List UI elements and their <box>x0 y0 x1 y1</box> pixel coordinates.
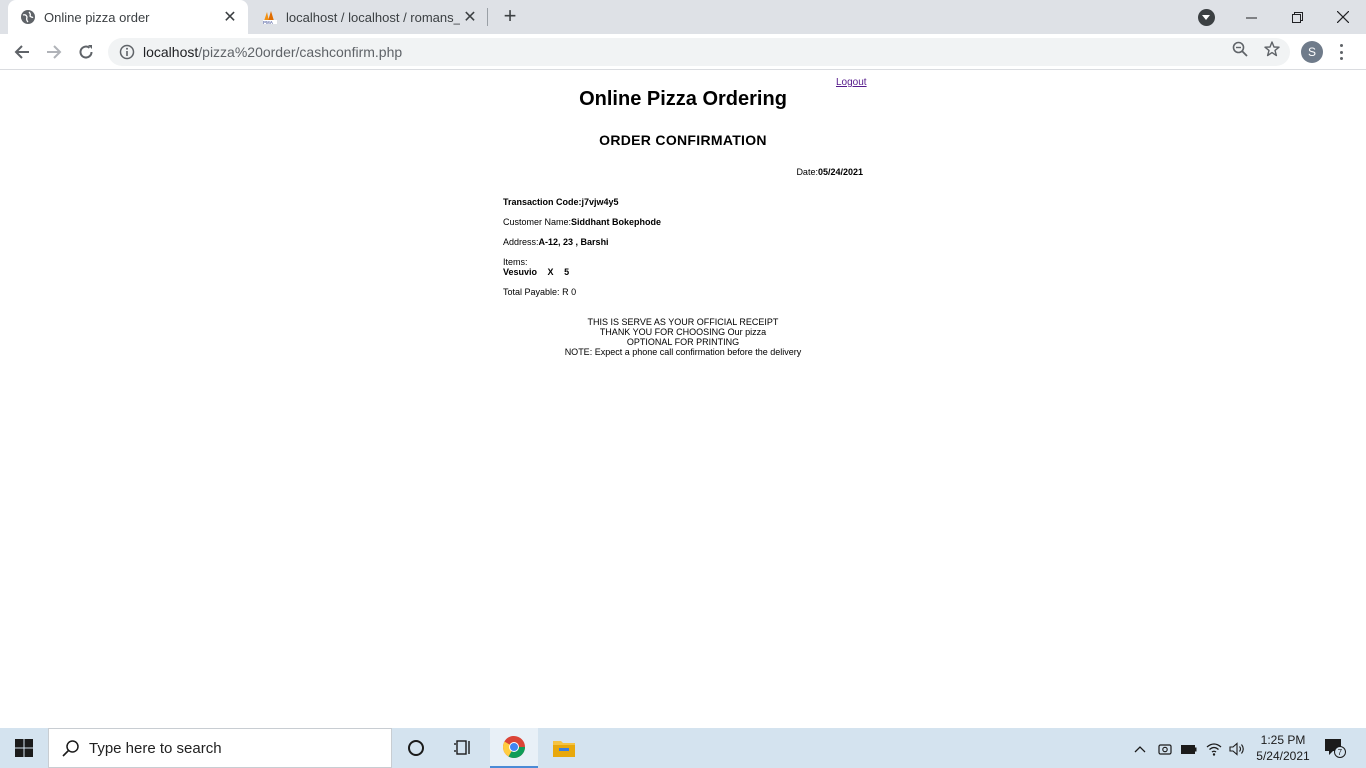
browser-toolbar: localhost/pizza%20order/cashconfirm.php … <box>0 34 1366 70</box>
transaction-row: Transaction Code:j7vjw4y5 <box>503 197 619 207</box>
notification-count: 7 <box>1338 748 1343 757</box>
start-button[interactable] <box>0 728 48 768</box>
forward-button[interactable] <box>42 40 66 64</box>
customer-label: Customer Name: <box>503 217 572 227</box>
cortana-button[interactable] <box>392 728 440 768</box>
total-row: Total Payable: R 0 <box>503 287 576 297</box>
customer-value: Siddhant Bokephode <box>571 217 662 227</box>
item-name: Vesuvio <box>503 267 538 277</box>
close-tab-icon[interactable]: ✕ <box>460 7 480 27</box>
close-window-button[interactable] <box>1320 0 1366 34</box>
volume-button[interactable] <box>1228 740 1246 758</box>
receipt-line: THANK YOU FOR CHOOSING Our pizza <box>599 327 767 337</box>
show-hidden-icons-button[interactable] <box>1131 740 1149 758</box>
tab-separator <box>487 8 488 26</box>
minimize-icon <box>1245 17 1257 18</box>
total-value: R 0 <box>562 287 577 297</box>
total-label: Total Payable: <box>503 287 560 297</box>
date-value: 05/24/2021 <box>817 167 863 177</box>
confirmation-title: ORDER CONFIRMATION <box>599 132 767 148</box>
back-arrow-icon <box>14 45 29 59</box>
logout-link[interactable]: Logout <box>836 77 867 88</box>
back-button[interactable] <box>10 40 34 64</box>
close-icon <box>1337 11 1349 23</box>
minimize-button[interactable] <box>1228 0 1274 34</box>
address-row: Address:A-12, 23 , Barshi <box>503 237 609 247</box>
new-tab-button[interactable]: + <box>498 5 522 29</box>
close-tab-icon[interactable]: ✕ <box>220 7 240 27</box>
receipt-line: OPTIONAL FOR PRINTING <box>626 337 740 347</box>
tab-search-icon[interactable] <box>1198 9 1215 26</box>
customer-row: Customer Name:Siddhant Bokephode <box>503 217 661 227</box>
order-date: Date:05/24/2021 <box>503 167 863 177</box>
search-icon <box>62 740 79 757</box>
reload-icon <box>79 45 93 59</box>
battery-icon <box>1181 745 1197 754</box>
site-title: Online Pizza Ordering <box>579 88 787 110</box>
transaction-label: Transaction Code: <box>503 197 582 207</box>
item-times: X <box>547 267 554 277</box>
folder-icon <box>553 741 575 757</box>
item-quantity: 5 <box>564 267 570 277</box>
restore-button[interactable] <box>1274 0 1320 34</box>
items-label: Items: <box>503 257 528 267</box>
meet-now-button[interactable] <box>1156 740 1174 758</box>
tab-phpmyadmin[interactable]: PMA localhost / localhost / romans_db ✕ <box>250 0 488 34</box>
phpmyadmin-icon: PMA <box>263 11 277 25</box>
tab-title: localhost / localhost / romans_db <box>286 9 460 25</box>
url-text: localhost/pizza%20order/cashconfirm.php <box>143 44 402 60</box>
receipt-line: NOTE: Expect a phone call confirmation b… <box>564 347 802 357</box>
camera-icon <box>1158 744 1172 755</box>
notification-icon: 7 <box>1325 739 1346 758</box>
page-content: Logout Online Pizza Ordering ORDER CONFI… <box>0 71 1366 728</box>
info-icon[interactable] <box>119 44 135 60</box>
taskbar-search-input[interactable]: Type here to search <box>48 728 392 768</box>
search-placeholder: Type here to search <box>89 739 222 757</box>
reload-button[interactable] <box>74 40 98 64</box>
task-view-button[interactable] <box>440 728 488 768</box>
date-label: Date: <box>796 167 818 177</box>
bookmark-button[interactable] <box>1263 40 1281 58</box>
list-item: Vesuvio X 5 <box>503 267 569 277</box>
taskbar-clock[interactable]: 1:25 PM 5/24/2021 <box>1252 732 1314 764</box>
chrome-icon <box>503 736 525 758</box>
menu-icon[interactable] <box>1336 42 1346 62</box>
file-explorer-button[interactable] <box>540 728 588 768</box>
url-host: localhost <box>143 44 199 60</box>
clock-date: 5/24/2021 <box>1256 749 1310 763</box>
clock-time: 1:25 PM <box>1260 733 1306 747</box>
taskbar: Type here to search 1:25 PM 5/24/2021 7 <box>0 728 1366 768</box>
url-path: /pizza%20order/cashconfirm.php <box>198 44 403 60</box>
windows-logo-icon <box>15 739 33 757</box>
restore-icon <box>1291 11 1303 23</box>
tab-online-pizza-order[interactable]: Online pizza order ✕ <box>8 0 248 34</box>
tab-title: Online pizza order <box>44 9 150 25</box>
task-view-icon <box>454 740 470 755</box>
battery-button[interactable] <box>1180 740 1198 758</box>
browser-tab-strip: Online pizza order ✕ PMA localhost / loc… <box>0 0 1366 34</box>
receipt-line: THIS IS SERVE AS YOUR OFFICIAL RECEIPT <box>587 317 779 327</box>
forward-arrow-icon <box>47 45 62 59</box>
speaker-icon <box>1228 742 1244 756</box>
chrome-taskbar-button[interactable] <box>490 728 538 768</box>
cortana-icon <box>408 740 424 756</box>
zoom-button[interactable] <box>1231 40 1249 58</box>
network-button[interactable] <box>1205 740 1223 758</box>
zoom-out-icon <box>1232 41 1248 57</box>
chevron-up-icon <box>1134 746 1146 753</box>
transaction-value: j7vjw4y5 <box>581 197 619 207</box>
action-center-button[interactable]: 7 <box>1324 738 1346 758</box>
receipt-note: THIS IS SERVE AS YOUR OFFICIAL RECEIPT T… <box>503 317 863 357</box>
wifi-icon <box>1206 743 1222 756</box>
star-icon <box>1264 41 1280 57</box>
svg-text:PMA: PMA <box>263 20 274 25</box>
globe-icon <box>21 10 35 24</box>
profile-avatar[interactable]: S <box>1301 41 1323 63</box>
address-value: A-12, 23 , Barshi <box>538 237 609 247</box>
address-label: Address: <box>503 237 539 247</box>
address-bar[interactable]: localhost/pizza%20order/cashconfirm.php <box>108 38 1290 66</box>
